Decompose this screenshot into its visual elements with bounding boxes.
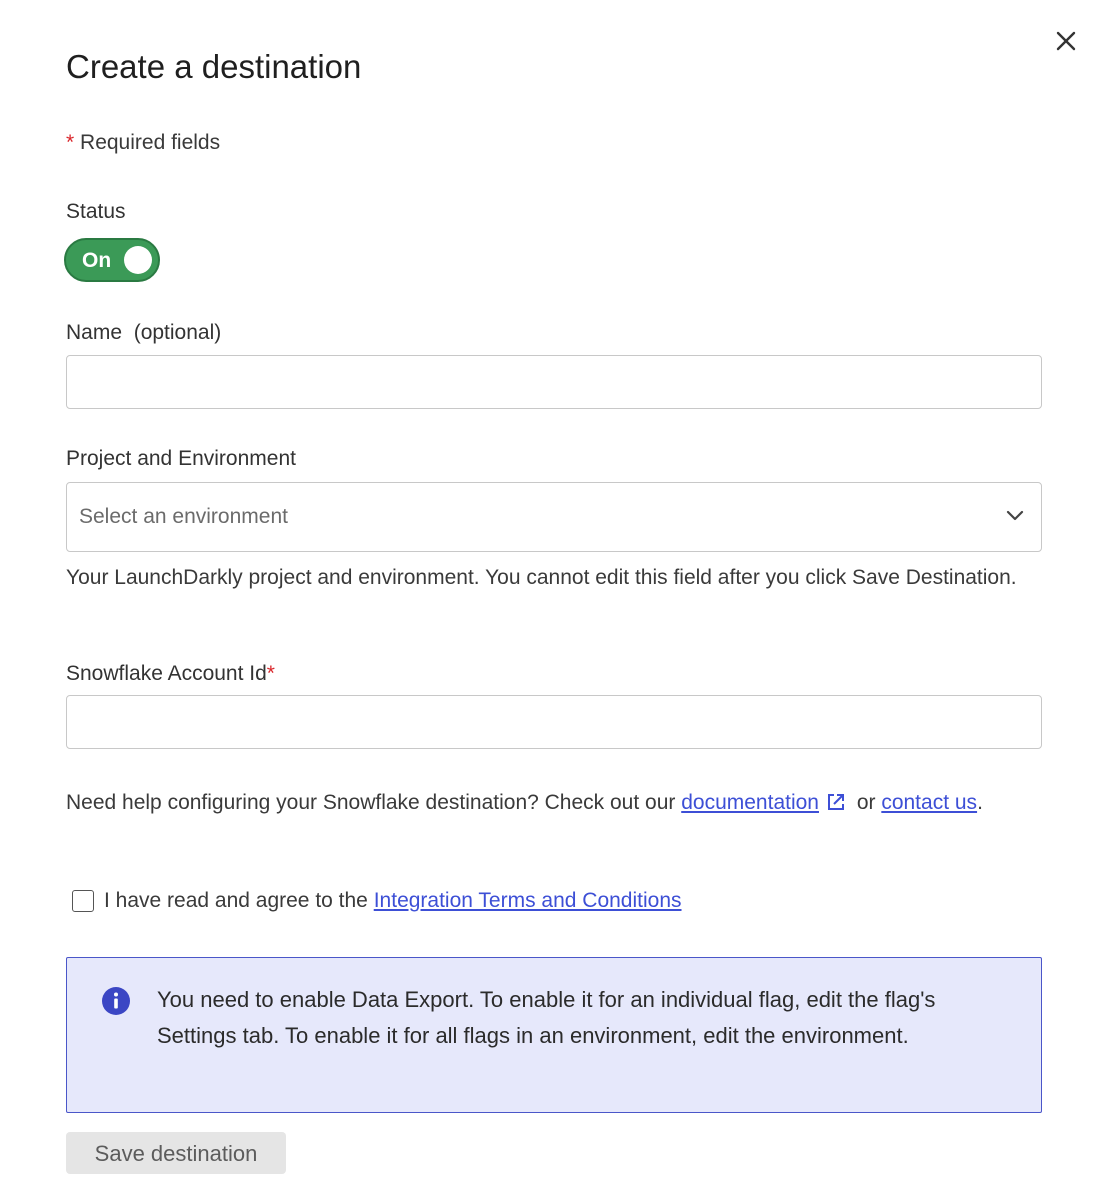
required-asterisk: * — [66, 131, 75, 154]
info-text: You need to enable Data Export. To enabl… — [157, 987, 936, 1048]
help-prefix: Need help configuring your Snowflake des… — [66, 791, 682, 814]
external-link-icon[interactable] — [825, 791, 847, 813]
documentation-link[interactable]: documentation — [681, 791, 819, 814]
dialog-title: Create a destination — [66, 48, 362, 85]
status-toggle[interactable]: On — [64, 238, 160, 282]
info-icon — [102, 987, 130, 1015]
account-id-label: Snowflake Account Id* — [66, 662, 275, 686]
help-suffix: . — [977, 791, 983, 814]
terms-row: I have read and agree to the Integration… — [72, 889, 682, 913]
terms-checkbox[interactable] — [72, 890, 94, 912]
required-note-text: Required fields — [74, 131, 221, 154]
name-label: Name (optional) — [66, 321, 221, 345]
help-text: Need help configuring your Snowflake des… — [66, 786, 1026, 820]
environment-select[interactable]: Select an environment — [66, 482, 1042, 552]
environment-select-placeholder: Select an environment — [79, 505, 288, 528]
help-middle: or — [850, 791, 882, 814]
name-optional-text: (optional) — [133, 321, 222, 344]
contact-us-link[interactable]: contact us — [881, 791, 977, 814]
name-label-text: Name — [66, 321, 123, 344]
account-id-required-asterisk: * — [266, 662, 275, 685]
status-toggle-text: On — [82, 249, 112, 272]
required-fields-note: * Required fields — [66, 131, 220, 155]
save-destination-button[interactable]: Save destination — [66, 1132, 286, 1174]
project-env-hint: Your LaunchDarkly project and environmen… — [66, 566, 1017, 589]
project-env-label: Project and Environment — [66, 447, 296, 470]
close-icon — [1056, 31, 1076, 51]
terms-link[interactable]: Integration Terms and Conditions — [374, 889, 682, 913]
status-label: Status — [66, 200, 126, 223]
close-button[interactable] — [1050, 25, 1082, 57]
terms-prefix: I have read and agree to the — [104, 889, 368, 912]
info-callout: You need to enable Data Export. To enabl… — [66, 957, 1042, 1113]
chevron-down-icon — [1006, 510, 1024, 521]
account-id-input[interactable] — [66, 695, 1042, 749]
account-id-label-text: Snowflake Account Id — [66, 662, 267, 685]
name-input[interactable] — [66, 355, 1042, 409]
status-toggle-knob — [124, 246, 152, 274]
